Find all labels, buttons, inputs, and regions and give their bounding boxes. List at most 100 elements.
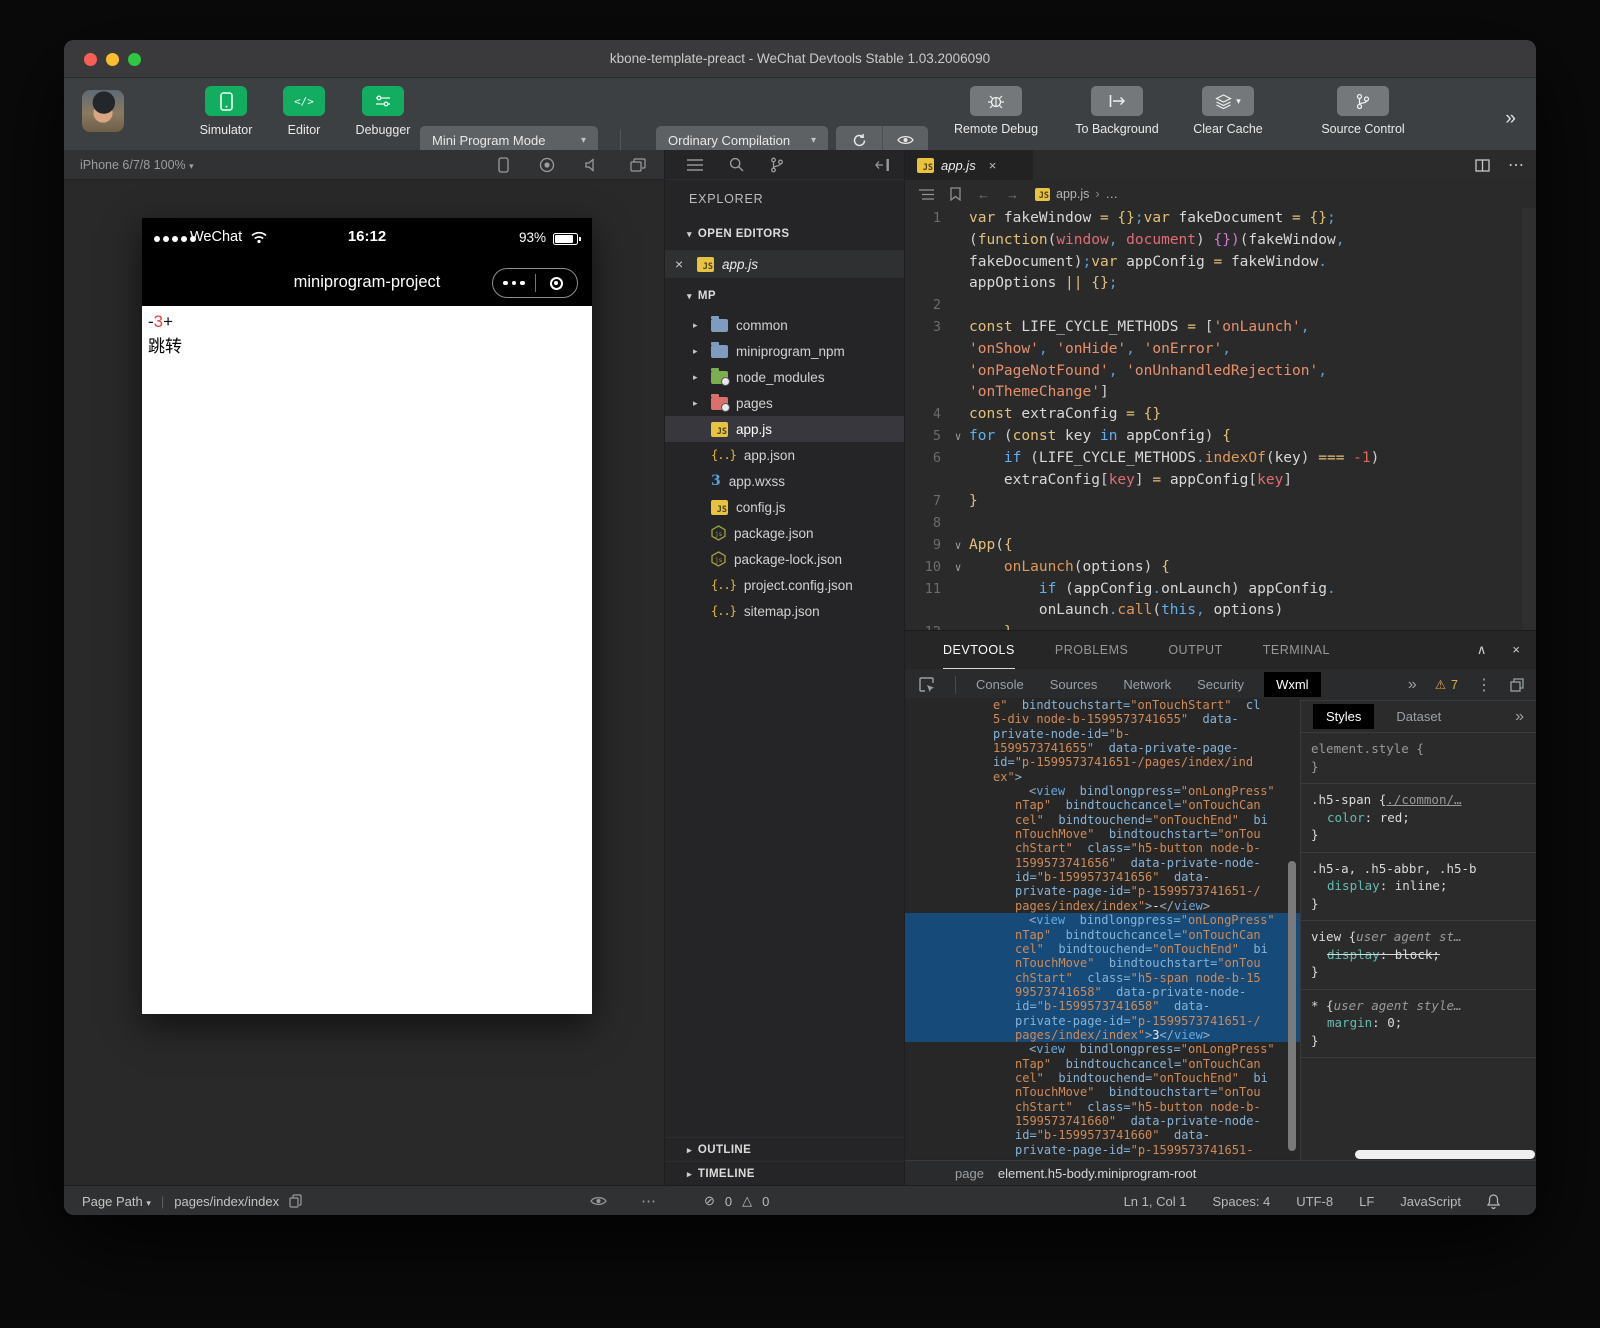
wxml-node-row[interactable]: private-page-id="p-1599573741651-/: [905, 884, 1300, 898]
crumb-element[interactable]: element.h5-body.miniprogram-root: [998, 1166, 1196, 1181]
wxml-node-row[interactable]: chStart" class="h5-button node-b-: [905, 841, 1300, 855]
inspect-element-icon[interactable]: [919, 677, 935, 693]
editor-scrollbar[interactable]: [1522, 208, 1536, 630]
wxml-node-row[interactable]: nTap" bindtouchcancel="onTouchCan: [905, 798, 1300, 812]
wxml-node-row[interactable]: chStart" class="h5-button node-b-: [905, 1100, 1300, 1114]
panel-tab-terminal[interactable]: TERMINAL: [1263, 631, 1330, 669]
devtools-tab-wxml[interactable]: Wxml: [1264, 672, 1321, 697]
status-javascript[interactable]: JavaScript: [1400, 1194, 1461, 1209]
elements-scrollbar-thumb[interactable]: [1288, 861, 1296, 1151]
tree-item-pages[interactable]: ▸pages: [665, 390, 904, 416]
file-list-icon[interactable]: [687, 159, 703, 171]
status-ln[interactable]: Ln 1, Col 1: [1124, 1194, 1187, 1209]
wxml-node-row[interactable]: chStart" class="h5-span node-b-15: [905, 971, 1300, 985]
simulator-toggle-button[interactable]: Simulator: [190, 86, 262, 137]
multi-window-icon[interactable]: [630, 158, 646, 172]
split-editor-icon[interactable]: [1475, 159, 1490, 172]
toolbar-overflow-button[interactable]: »: [1505, 108, 1516, 130]
jump-link[interactable]: 跳转: [148, 334, 586, 360]
devtools-tab-sources[interactable]: Sources: [1050, 677, 1098, 692]
wxml-node-row[interactable]: pages/index/index">-</view>: [905, 899, 1300, 913]
toolbar-action-source-control[interactable]: Source Control: [1303, 86, 1423, 136]
counter-value[interactable]: 3: [154, 312, 163, 331]
toolbar-action-clear-cache[interactable]: ▾Clear Cache: [1168, 86, 1288, 136]
back-icon[interactable]: ←: [977, 187, 990, 202]
more-menu-button[interactable]: [493, 274, 535, 292]
collapse-sidebar-icon[interactable]: [875, 158, 890, 172]
wxml-node-row[interactable]: id="b-1599573741658" data-: [905, 999, 1300, 1013]
sound-icon[interactable]: [585, 158, 600, 172]
wxml-node-row[interactable]: private-page-id="p-1599573741651-: [905, 1143, 1300, 1157]
tree-item-package-lock-json[interactable]: jspackage-lock.json: [665, 546, 904, 572]
toggle-visibility-icon[interactable]: [590, 1195, 607, 1207]
forward-icon[interactable]: →: [1006, 187, 1019, 202]
wxml-node-row[interactable]: nTouchMove" bindtouchstart="onTou: [905, 956, 1300, 970]
current-page-path[interactable]: pages/index/index: [174, 1194, 279, 1209]
tree-item-miniprogram_npm[interactable]: ▸miniprogram_npm: [665, 338, 904, 364]
page-path-select[interactable]: Page Path ▾: [82, 1194, 151, 1209]
css-property[interactable]: margin: 0;: [1311, 1014, 1526, 1032]
fold-chevron-icon[interactable]: ∨: [947, 426, 969, 448]
tree-item-project-config-json[interactable]: {..}project.config.json: [665, 572, 904, 598]
wxml-node-row[interactable]: pages/index/index">3</view>: [905, 1028, 1300, 1042]
tree-item-app-js[interactable]: JSapp.js: [665, 416, 904, 442]
tree-item-node_modules[interactable]: ▸node_modules: [665, 364, 904, 390]
breadcrumb[interactable]: JS app.js › …: [1035, 187, 1118, 201]
problems-summary[interactable]: ⊘0 △0: [704, 1186, 769, 1215]
devtools-tab-console[interactable]: Console: [976, 677, 1024, 692]
warnings-badge[interactable]: ⚠7: [1435, 677, 1458, 692]
toolbar-action-to-background[interactable]: To Background: [1057, 86, 1177, 136]
code-editor[interactable]: 1var fakeWindow = {};var fakeDocument = …: [905, 208, 1522, 630]
section-outline[interactable]: ▸OUTLINE: [665, 1137, 904, 1161]
wxml-node-row[interactable]: ex">: [905, 770, 1300, 784]
search-icon[interactable]: [729, 157, 744, 172]
wxml-node-row[interactable]: nTap" bindtouchcancel="onTouchCan: [905, 928, 1300, 942]
status-lf[interactable]: LF: [1359, 1194, 1374, 1209]
tab-styles[interactable]: Styles: [1313, 704, 1374, 729]
wxml-node-row[interactable]: 1599573741656" data-private-node-: [905, 856, 1300, 870]
css-property[interactable]: display: block;: [1311, 946, 1526, 964]
wxml-node-row[interactable]: id="b-1599573741660" data-: [905, 1128, 1300, 1142]
tree-item-app-wxss[interactable]: 3app.wxss: [665, 468, 904, 494]
more-style-tabs-icon[interactable]: »: [1515, 708, 1524, 726]
user-avatar[interactable]: [82, 90, 124, 132]
tab-dataset[interactable]: Dataset: [1396, 709, 1441, 724]
panel-tab-devtools[interactable]: DEVTOOLS: [943, 631, 1015, 669]
project-root-header[interactable]: ▾MP: [665, 284, 904, 308]
wxml-node-row[interactable]: 1599573741660" data-private-node-: [905, 1114, 1300, 1128]
crumb-page[interactable]: page: [955, 1166, 984, 1181]
toolbar-action-remote-debug[interactable]: Remote Debug: [936, 86, 1056, 136]
tree-item-app-json[interactable]: {..}app.json: [665, 442, 904, 468]
tree-item-package-json[interactable]: jspackage.json: [665, 520, 904, 546]
open-editor-item[interactable]: × JS app.js: [665, 250, 904, 278]
device-frame-icon[interactable]: [498, 157, 509, 173]
wxml-node-row[interactable]: <view bindlongpress="onLongPress": [905, 784, 1300, 798]
counter-row[interactable]: -3+: [148, 310, 586, 334]
stylesheet-link[interactable]: ./common/…: [1386, 792, 1461, 807]
counter-button[interactable]: +: [163, 312, 173, 331]
panel-tab-output[interactable]: OUTPUT: [1168, 631, 1222, 669]
devtools-tab-network[interactable]: Network: [1123, 677, 1171, 692]
status-more-icon[interactable]: ⋯: [641, 1192, 656, 1210]
close-miniprogram-button[interactable]: [536, 277, 578, 290]
tree-item-config-js[interactable]: JSconfig.js: [665, 494, 904, 520]
wxml-node-row[interactable]: 99573741658" data-private-node-: [905, 985, 1300, 999]
editor-toggle-button[interactable]: </> Editor: [268, 86, 340, 137]
wxml-node-row[interactable]: nTouchMove" bindtouchstart="onTou: [905, 827, 1300, 841]
wxml-node-row[interactable]: 5-div node-b-1599573741655" data-: [905, 712, 1300, 726]
device-select[interactable]: iPhone 6/7/8 100% ▾: [80, 150, 194, 181]
editor-more-icon[interactable]: ⋯: [1508, 155, 1524, 175]
wxml-node-row[interactable]: id="p-1599573741651-/pages/index/ind: [905, 755, 1300, 769]
outline-icon[interactable]: [919, 189, 934, 200]
wxml-node-row[interactable]: private-page-id="p-1599573741651-/: [905, 1014, 1300, 1028]
tree-item-common[interactable]: ▸common: [665, 312, 904, 338]
close-tab-icon[interactable]: ×: [989, 158, 997, 173]
wxml-node-row[interactable]: private-node-id="b-: [905, 727, 1300, 741]
status-spaces[interactable]: Spaces: 4: [1212, 1194, 1270, 1209]
copy-path-icon[interactable]: [289, 1194, 302, 1208]
debugger-toggle-button[interactable]: Debugger: [347, 86, 419, 137]
css-property[interactable]: color: red;: [1311, 809, 1526, 827]
fold-chevron-icon[interactable]: ∨: [947, 557, 969, 579]
devtools-tab-security[interactable]: Security: [1197, 677, 1244, 692]
git-branch-icon[interactable]: [770, 157, 784, 173]
